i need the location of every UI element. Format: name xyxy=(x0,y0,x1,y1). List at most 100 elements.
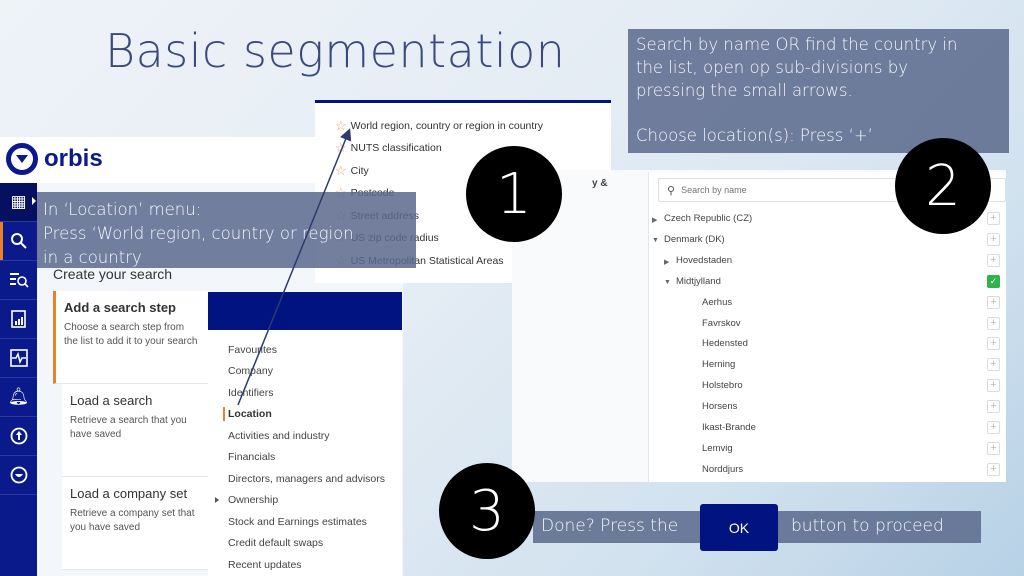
add-location-button[interactable]: + xyxy=(987,441,1000,455)
instruction-text-before: Done? Press the xyxy=(541,516,679,536)
instruction-line: pressing the small arrows. xyxy=(636,81,853,100)
card-desc: Retrieve a search that you have saved xyxy=(70,415,187,440)
location-item-nuts[interactable]: ☆ NUTS classification xyxy=(335,141,442,154)
nav-monitoring[interactable] xyxy=(0,339,37,378)
country-row[interactable]: Ikast-Brande + xyxy=(650,420,1000,438)
nav-reports[interactable] xyxy=(0,300,37,339)
category-activities[interactable]: Activities and industry xyxy=(228,430,330,442)
category-identifiers[interactable]: Identifiers xyxy=(228,387,274,399)
caret-down-icon[interactable]: ▼ xyxy=(652,237,659,244)
notifications-icon: 🔔︎ xyxy=(7,387,30,407)
location-item-label: City xyxy=(350,164,369,177)
category-favourites[interactable]: Favourites xyxy=(228,344,277,356)
nav-companies[interactable]: ▦ xyxy=(0,183,37,222)
nav-logout[interactable] xyxy=(0,456,37,495)
orbis-brand-text: orbis xyxy=(44,145,103,172)
slide-title: Basic segmentation xyxy=(105,24,566,78)
monitoring-icon xyxy=(9,349,28,367)
add-location-button[interactable]: + xyxy=(987,212,1000,225)
add-location-button[interactable]: + xyxy=(987,358,1000,372)
step-badge-1: 1 xyxy=(466,146,562,242)
card-desc: Choose a search step from the list to ad… xyxy=(64,322,198,347)
country-row-label: Midtjylland xyxy=(676,275,721,287)
load-search-card[interactable]: Load a search Retrieve a search that you… xyxy=(62,384,208,477)
country-left-label: y & xyxy=(592,178,608,189)
location-item-label: World region, country or region in count… xyxy=(350,119,544,132)
category-stock[interactable]: Stock and Earnings estimates xyxy=(228,516,367,528)
location-item-world-region[interactable]: ☆ World region, country or region in coun… xyxy=(335,119,543,132)
country-row-label: Czech Republic (CZ) xyxy=(664,213,753,224)
caret-right-icon[interactable] xyxy=(215,497,219,503)
instruction-line: in a country xyxy=(43,248,142,267)
card-title: Add a search step xyxy=(64,300,176,315)
country-row-label: Herning xyxy=(702,359,736,371)
category-ownership[interactable]: Ownership xyxy=(228,494,278,506)
location-item-city[interactable]: ☆ City xyxy=(335,164,369,177)
upload-icon xyxy=(10,427,27,445)
instruction-step-2: Search by name OR find the country in th… xyxy=(628,29,1009,153)
category-financials[interactable]: Financials xyxy=(228,451,275,463)
country-row-label: Aerhus xyxy=(702,296,733,308)
instruction-text-after: button to proceed xyxy=(791,516,944,536)
country-row[interactable]: Favrskov + xyxy=(650,316,1000,334)
add-location-button[interactable]: + xyxy=(987,462,1000,476)
country-row[interactable]: Lemvig + xyxy=(650,441,1000,459)
instruction-step-1: In ‘Location’ menu: Press ‘World region,… xyxy=(37,192,416,268)
step-badge-2: 2 xyxy=(895,138,991,234)
add-location-button[interactable]: + xyxy=(987,421,1000,434)
add-location-button[interactable]: + xyxy=(987,337,1000,351)
add-location-button[interactable]: + xyxy=(987,379,1000,393)
selected-check-icon[interactable]: ✓ xyxy=(987,274,1000,288)
add-location-button[interactable]: + xyxy=(987,316,1000,330)
country-row-label: Ikast-Brande xyxy=(702,422,756,433)
location-item-label: NUTS classification xyxy=(350,141,442,154)
nav-search[interactable] xyxy=(0,222,37,261)
nav-notifications[interactable]: 🔔︎ xyxy=(0,378,37,417)
nav-rail: ▦ 🔔︎ xyxy=(0,183,37,576)
instruction-line: the list, open op sub-divisions by xyxy=(636,58,908,77)
instruction-line: Search by name OR find the country in xyxy=(636,35,958,54)
caret-right-icon xyxy=(32,197,36,205)
category-recent-updates[interactable]: Recent updates xyxy=(228,559,302,571)
country-row-label: Favrskov xyxy=(702,317,741,329)
category-company[interactable]: Company xyxy=(228,365,273,377)
star-icon[interactable]: ☆ xyxy=(335,119,347,132)
caret-right-icon[interactable]: ▶ xyxy=(664,258,669,266)
nav-upload[interactable] xyxy=(0,417,37,456)
country-row[interactable]: Horsens + xyxy=(650,399,1000,417)
search-icon: ⚲ xyxy=(667,183,676,197)
add-search-step-card[interactable]: Add a search step Choose a search step f… xyxy=(53,291,208,384)
country-row[interactable]: Hedensted + xyxy=(650,336,1000,354)
country-row[interactable]: Aerhus + xyxy=(650,295,1000,313)
orbis-logo-icon xyxy=(6,143,38,175)
country-row[interactable]: Herning + xyxy=(650,357,1000,375)
caret-down-icon[interactable]: ▼ xyxy=(664,279,671,286)
country-row[interactable]: ▶ Hovedstaden + xyxy=(650,253,1000,271)
companies-icon: ▦ xyxy=(10,192,27,212)
caret-right-icon[interactable]: ▶ xyxy=(652,216,657,224)
card-desc: Retrieve a company set that you have sav… xyxy=(70,508,195,533)
orbis-logo[interactable]: orbis xyxy=(6,143,103,175)
country-row[interactable]: Holstebro + xyxy=(650,378,1000,396)
search-list-icon xyxy=(9,273,29,288)
nav-search-list[interactable] xyxy=(0,261,37,300)
country-row-label: Horsens xyxy=(702,401,738,413)
load-company-set-card[interactable]: Load a company set Retrieve a company se… xyxy=(62,477,208,570)
country-row[interactable]: ▼ Denmark (DK) + xyxy=(650,232,1000,250)
star-icon[interactable]: ☆ xyxy=(335,164,347,177)
step-badge-3: 3 xyxy=(439,463,535,559)
country-row[interactable]: Norddjurs + xyxy=(650,462,1000,480)
add-location-button[interactable]: + xyxy=(987,253,1000,267)
star-icon[interactable]: ☆ xyxy=(335,141,347,154)
logout-icon xyxy=(10,466,27,484)
category-location[interactable]: Location xyxy=(223,407,272,421)
add-location-button[interactable]: + xyxy=(987,400,1000,414)
ok-button[interactable]: OK xyxy=(700,504,778,551)
category-directors[interactable]: Directors, managers and advisors xyxy=(228,473,385,485)
country-row-label: Hedensted xyxy=(702,338,748,350)
category-cds[interactable]: Credit default swaps xyxy=(228,537,323,549)
search-step-header xyxy=(208,292,402,330)
country-row[interactable]: ▼ Midtjylland ✓ xyxy=(650,274,1000,292)
add-location-button[interactable]: + xyxy=(987,232,1000,246)
add-location-button[interactable]: + xyxy=(987,295,1000,309)
